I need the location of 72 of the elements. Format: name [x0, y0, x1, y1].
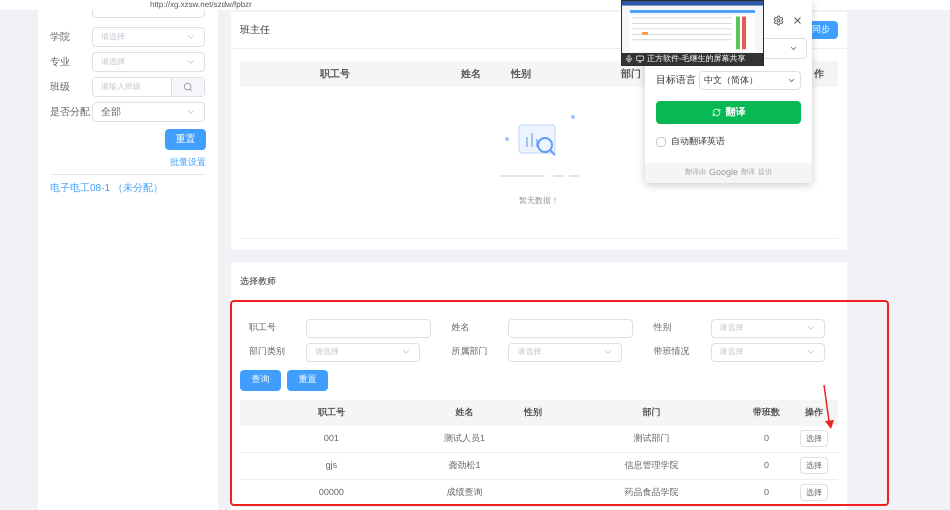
select-field[interactable]: 请选择	[710, 318, 825, 338]
select-button[interactable]: 选择	[800, 430, 828, 447]
filter-label: 性别	[652, 321, 673, 334]
empty-message: 暂无数据！	[519, 195, 559, 207]
column-header: 性别	[522, 406, 544, 419]
table-cell-text: gjs	[324, 458, 338, 472]
column-header: 操作	[804, 406, 824, 419]
form-button[interactable]: 查询	[240, 370, 281, 390]
filter-label: 姓名	[450, 321, 470, 334]
column-header: 部门	[621, 67, 641, 82]
search-field[interactable]: 请输入班级	[92, 77, 205, 97]
input-field[interactable]	[508, 318, 634, 338]
table-cell-text: 测试部门	[632, 432, 670, 445]
refresh-icon	[712, 108, 720, 117]
batch-settings-link[interactable]: 批量设置	[170, 156, 206, 170]
reset-button[interactable]: 重置	[165, 129, 206, 150]
arrow-annotation	[822, 384, 836, 429]
filter-label: 是否分配	[50, 106, 91, 120]
class-link[interactable]: 电子电工08-1 （未分配）	[50, 180, 206, 196]
search-icon	[183, 82, 193, 92]
filter-label: 专业	[50, 56, 71, 70]
filter-label: 班级	[50, 80, 71, 94]
checkbox-label: 自动翻译英语	[671, 135, 725, 148]
column-header: 姓名	[461, 68, 481, 82]
select-button[interactable]: 选择	[800, 484, 828, 501]
share-caption: 正方软件-毛继生的屏幕共享	[647, 54, 746, 64]
url-text[interactable]: http://xg.xzsw.net/szdw/fpbzr	[150, 0, 252, 10]
column-header: 带班数	[752, 406, 781, 419]
form-button[interactable]: 重置	[287, 370, 328, 390]
microphone-icon	[625, 55, 633, 63]
table-cell-text: 00000	[318, 486, 345, 499]
select-field[interactable]: 请选择	[92, 52, 205, 72]
caret-icon	[787, 76, 796, 85]
column-header: 性别	[511, 68, 531, 82]
table-cell-text: 0	[762, 432, 770, 445]
table-cell-text: 001	[322, 432, 340, 445]
select-field[interactable]: 全部	[92, 102, 205, 122]
settings-icon[interactable]	[773, 15, 784, 26]
table-cell-text: 药品食品学院	[623, 486, 680, 499]
filter-label: 学院	[50, 30, 71, 44]
panel-title: 班主任	[240, 24, 270, 38]
select-field[interactable]: 请选择	[710, 342, 825, 362]
column-header: 作	[814, 68, 824, 82]
select-field[interactable]	[92, 10, 205, 18]
screen-icon	[636, 55, 644, 63]
filter-label: 所属部门	[450, 345, 488, 358]
panel-title: 选择教师	[240, 275, 277, 288]
column-header: 职工号	[316, 406, 346, 419]
column-header: 姓名	[454, 406, 474, 419]
select-button[interactable]: 选择	[800, 457, 828, 474]
select-field[interactable]: 请选择	[92, 27, 205, 47]
table-cell-text: 信息管理学院	[623, 458, 680, 472]
select-field[interactable]: 请选择	[306, 342, 420, 362]
target-language-select[interactable]: 中文（简体）	[699, 71, 801, 90]
select-field[interactable]: 请选择	[508, 342, 622, 362]
column-header: 部门	[641, 406, 662, 419]
column-header: 职工号	[320, 68, 350, 82]
table-cell-text: 0	[762, 486, 770, 499]
filter-label: 部门类别	[248, 345, 286, 358]
google-logo-text: Google	[708, 166, 738, 180]
table-cell-text: 成绩查询	[446, 486, 484, 499]
target-language-label: 目标语言	[656, 74, 697, 88]
filter-label: 带班情况	[652, 345, 691, 358]
caret-icon[interactable]	[789, 44, 798, 53]
translate-button[interactable]: 翻译	[656, 101, 801, 124]
input-field[interactable]	[306, 318, 431, 338]
filter-label: 职工号	[248, 321, 277, 334]
close-icon[interactable]	[792, 15, 803, 26]
table-cell-text: 0	[762, 458, 770, 472]
auto-translate-checkbox[interactable]	[656, 136, 666, 147]
table-cell-text: 测试人员1	[442, 432, 486, 445]
table-cell-text: 龚劲松1	[447, 458, 482, 472]
